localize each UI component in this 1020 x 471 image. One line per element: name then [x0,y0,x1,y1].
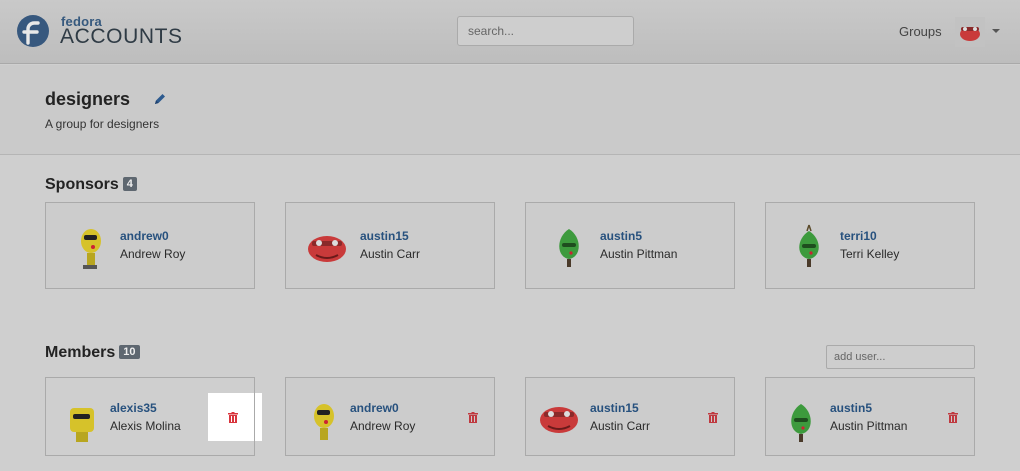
top-navbar: fedora ACCOUNTS Groups [0,0,1020,64]
member-username-link[interactable]: andrew0 [350,401,399,415]
trash-icon[interactable] [708,412,718,423]
sponsor-fullname: Austin Carr [360,247,421,261]
sponsor-card: austin5 Austin Pittman [525,202,735,289]
add-user-input[interactable] [826,345,975,369]
yellow-robot-avatar [81,229,101,269]
sponsors-heading: Sponsors 4 [45,176,137,194]
member-fullname: Alexis Molina [110,419,181,433]
fedora-logo-icon[interactable] [16,14,50,48]
sponsor-card: austin15 Austin Carr [285,202,495,289]
member-fullname: Austin Pittman [830,419,908,433]
green-tree-avatar [799,224,819,267]
member-username-link[interactable]: alexis35 [110,401,157,415]
group-title: designers [45,89,131,109]
green-tree-avatar [559,229,579,267]
members-count-badge: 10 [119,345,140,359]
member-username-link[interactable]: austin15 [590,401,639,415]
member-card: alexis35 Alexis Molina [45,377,255,456]
red-monster-avatar [308,236,346,262]
trash-icon[interactable] [948,412,958,423]
members-heading: Members 10 [45,344,140,362]
group-header: designers A group for designers [0,65,1020,155]
sponsor-card: andrew0 Andrew Roy [45,202,255,289]
sponsor-username-link[interactable]: andrew0 [120,229,169,243]
yellow-robot-avatar [314,404,334,440]
sponsor-username-link[interactable]: terri10 [840,229,877,243]
member-username-link[interactable]: austin5 [830,401,872,415]
member-card: austin15 Austin Carr [525,377,735,456]
members-title: Members [45,344,116,361]
search-input[interactable] [457,16,634,46]
sponsor-card: terri10 Terri Kelley [765,202,975,289]
member-card: andrew0 Andrew Roy [285,377,495,456]
sponsor-fullname: Andrew Roy [120,247,186,261]
trash-icon[interactable] [228,412,238,423]
sponsor-fullname: Terri Kelley [840,247,900,261]
sponsor-username-link[interactable]: austin5 [600,229,642,243]
member-fullname: Andrew Roy [350,419,416,433]
member-card: austin5 Austin Pittman [765,377,975,456]
sponsor-fullname: Austin Pittman [600,247,678,261]
red-monster-avatar [540,407,578,433]
logo-accounts-text: ACCOUNTS [60,25,183,48]
pencil-icon[interactable] [153,92,167,106]
yellow-robot-avatar [70,408,94,442]
trash-icon[interactable] [468,412,478,423]
sponsors-title: Sponsors [45,176,119,193]
sponsors-count-badge: 4 [122,177,137,191]
nav-groups-link[interactable]: Groups [899,24,942,39]
group-description: A group for designers [45,117,160,131]
green-tree-avatar [791,404,811,442]
caret-down-icon[interactable] [992,29,1000,33]
user-avatar[interactable] [955,17,985,47]
member-fullname: Austin Carr [590,419,651,433]
sponsor-username-link[interactable]: austin15 [360,229,409,243]
